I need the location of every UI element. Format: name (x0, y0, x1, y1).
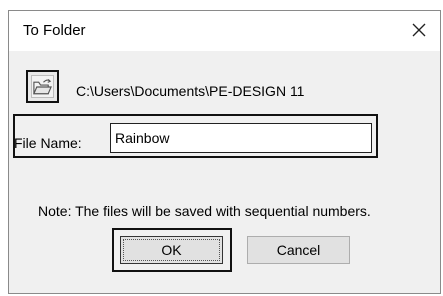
browse-folder-button[interactable] (26, 70, 59, 103)
close-icon (412, 23, 426, 37)
cancel-button[interactable]: Cancel (247, 236, 350, 264)
folder-open-icon (33, 78, 52, 94)
ok-button[interactable]: OK (120, 236, 223, 264)
file-name-input[interactable] (110, 123, 372, 153)
dialog-title: To Folder (23, 22, 86, 39)
folder-path: C:\Users\Documents\PE-DESIGN 11 (76, 83, 305, 99)
close-button[interactable] (404, 16, 434, 44)
title-bar: To Folder (9, 11, 440, 51)
cancel-label: Cancel (276, 242, 321, 258)
note-text: Note: The files will be saved with seque… (38, 203, 371, 219)
file-name-label: File Name: (14, 135, 82, 151)
